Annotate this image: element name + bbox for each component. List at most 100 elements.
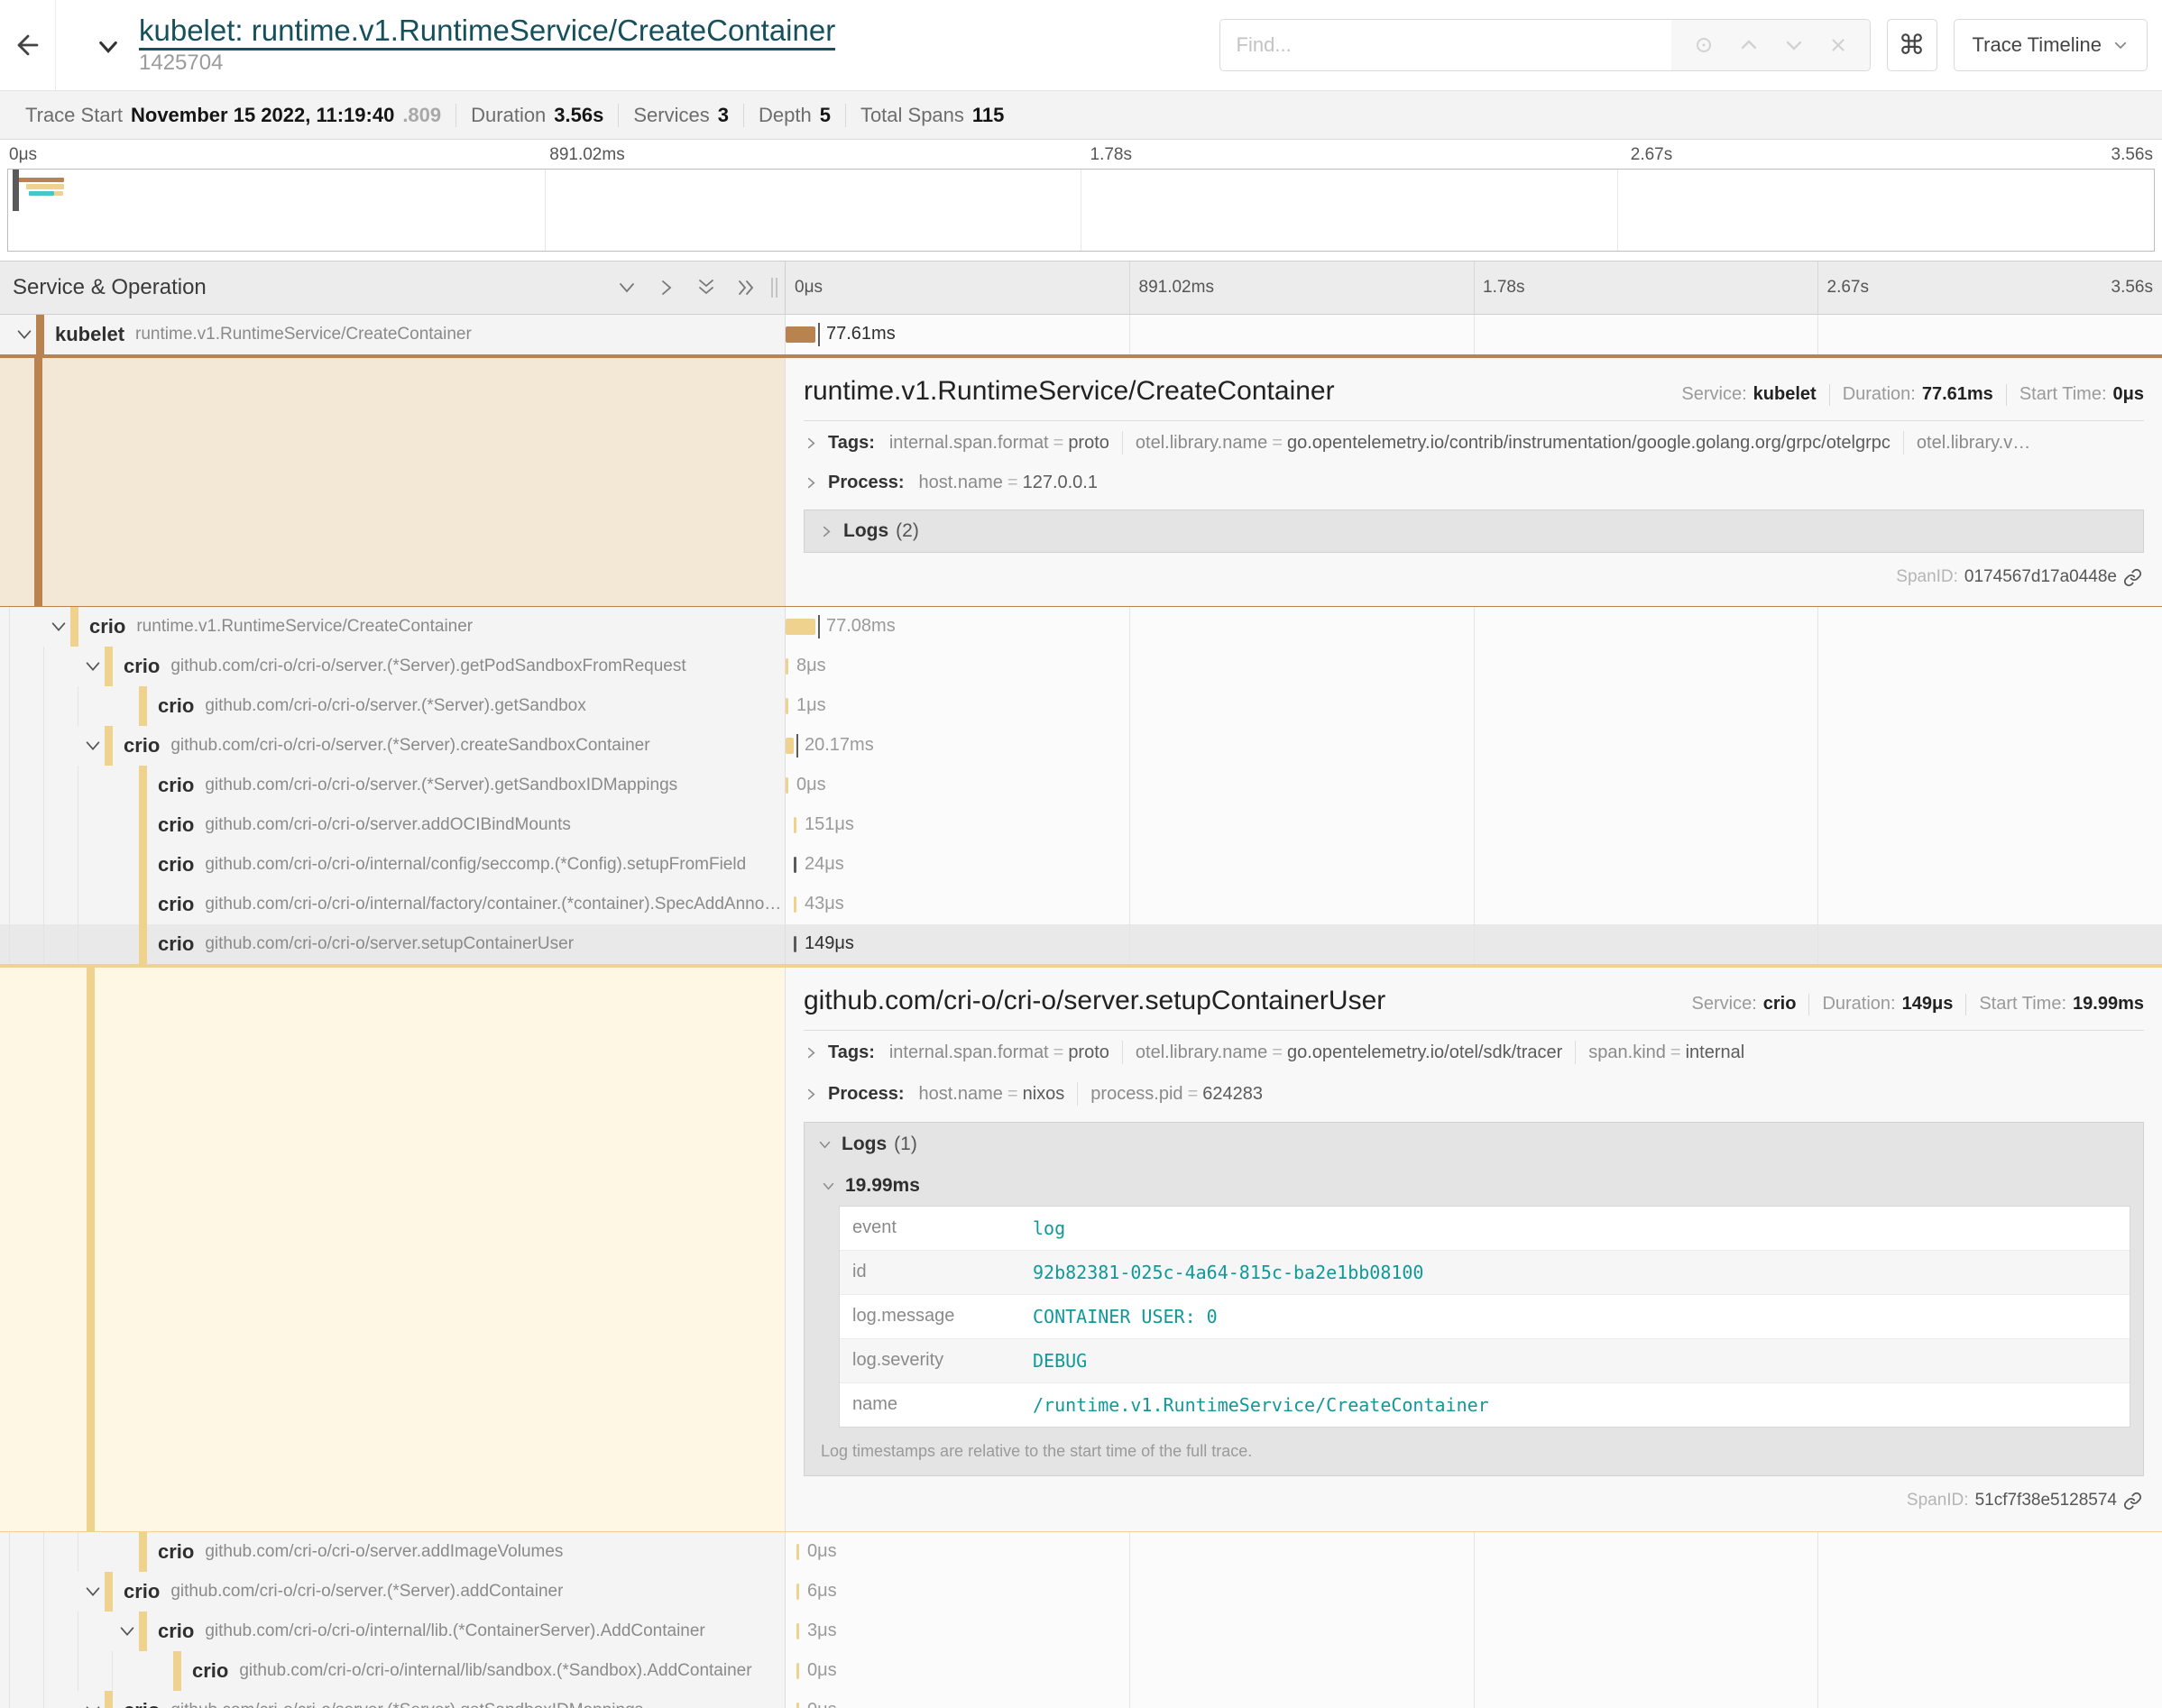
span-timeline-cell[interactable]: 8μs (785, 647, 2162, 686)
collapse-one-chevron-down-icon[interactable] (616, 277, 638, 298)
span-duration-bar[interactable] (796, 1703, 799, 1708)
span-duration-label: 149μs (805, 933, 854, 954)
log-entry-header[interactable]: 19.99ms (817, 1166, 2130, 1206)
tree-indent-guide (9, 647, 10, 686)
span-timeline-cell[interactable]: 77.08ms (785, 607, 2162, 647)
span-duration-bar[interactable] (796, 1623, 799, 1639)
span-duration-bar[interactable] (796, 1584, 799, 1600)
tag-kv: process.pid=624283 (1090, 1084, 1263, 1105)
span-timeline-cell[interactable]: 77.61ms (785, 315, 2162, 354)
expand-chevron-down-icon[interactable] (81, 1582, 105, 1602)
span-operation-name: github.com/cri-o/cri-o/server.(*Server).… (205, 696, 585, 716)
tags-accordion[interactable]: Tags:internal.span.format=protootel.libr… (804, 421, 2144, 463)
span-row[interactable]: crioruntime.v1.RuntimeService/CreateCont… (0, 607, 2162, 647)
trace-collapse-chevron-icon[interactable] (94, 38, 123, 58)
expand-chevron-down-icon[interactable] (115, 1621, 139, 1641)
expand-chevron-down-icon[interactable] (81, 657, 105, 676)
trace-title-block: kubelet: runtime.v1.RuntimeService/Creat… (94, 14, 835, 76)
span-row[interactable]: criogithub.com/cri-o/cri-o/internal/lib/… (0, 1651, 2162, 1691)
span-color-bar (105, 647, 113, 686)
tag-key: internal.span.format (889, 433, 1049, 453)
logs-accordion-collapsed[interactable]: Logs(2) (804, 510, 2144, 553)
span-timeline-cell[interactable]: 1μs (785, 686, 2162, 726)
span-row[interactable]: criogithub.com/cri-o/cri-o/internal/lib.… (0, 1612, 2162, 1651)
span-name-cell: criogithub.com/cri-o/cri-o/internal/conf… (0, 845, 785, 885)
column-resize-handle[interactable] (771, 278, 777, 298)
trace-title-link[interactable]: kubelet: runtime.v1.RuntimeService/Creat… (139, 14, 835, 51)
span-timeline-cell[interactable]: 24μs (785, 845, 2162, 885)
span-timeline-cell[interactable]: 0μs (785, 1532, 2162, 1572)
span-row[interactable]: criogithub.com/cri-o/cri-o/server.(*Serv… (0, 766, 2162, 805)
back-button[interactable] (0, 0, 56, 90)
tags-accordion[interactable]: Tags:internal.span.format=protootel.libr… (804, 1031, 2144, 1072)
span-duration-bar[interactable] (796, 1663, 799, 1679)
span-timeline-cell[interactable]: 3μs (785, 1612, 2162, 1651)
expand-chevron-down-icon[interactable] (81, 1701, 105, 1708)
span-timeline-cell[interactable]: 20.17ms (785, 726, 2162, 766)
process-accordion[interactable]: Process:host.name=nixosprocess.pid=62428… (804, 1072, 2144, 1114)
expand-one-chevron-right-icon[interactable] (656, 277, 677, 298)
span-id-value: 51cf7f38e5128574 (1975, 1491, 2117, 1511)
next-result-chevron-down-icon[interactable] (1783, 34, 1805, 56)
span-duration-bar[interactable] (786, 738, 794, 754)
span-timeline-cell[interactable]: 0μs (785, 1651, 2162, 1691)
span-duration-bar[interactable] (786, 658, 788, 675)
minimap-view-scrubber[interactable] (13, 170, 19, 211)
span-timeline-cell[interactable]: 151μs (785, 805, 2162, 845)
meta-label: Duration: (1843, 384, 1916, 405)
span-timeline-cell[interactable]: 43μs (785, 885, 2162, 924)
span-duration-bar[interactable] (786, 619, 815, 635)
meta-value: 0μs (2113, 384, 2144, 405)
span-timeline-cell[interactable]: 6μs (785, 1572, 2162, 1612)
span-row[interactable]: criogithub.com/cri-o/cri-o/server.(*Serv… (0, 647, 2162, 686)
span-timeline-cell[interactable]: 0μs (785, 1691, 2162, 1708)
span-row[interactable]: criogithub.com/cri-o/cri-o/server.setupC… (0, 924, 2162, 964)
tree-indent-guide (112, 1651, 113, 1691)
span-row[interactable]: criogithub.com/cri-o/cri-o/server.(*Serv… (0, 1572, 2162, 1612)
span-color-bar (139, 766, 147, 805)
span-duration-bar[interactable] (794, 857, 796, 873)
span-duration-bar[interactable] (794, 817, 796, 833)
span-duration-bar[interactable] (796, 1544, 799, 1560)
tag-equals: = (1267, 433, 1287, 453)
span-row[interactable]: criogithub.com/cri-o/cri-o/server.addOCI… (0, 805, 2162, 845)
span-timeline-cell[interactable]: 149μs (785, 924, 2162, 964)
prev-result-chevron-up-icon[interactable] (1738, 34, 1760, 56)
span-duration-bar[interactable] (786, 777, 788, 794)
process-accordion[interactable]: Process:host.name=127.0.0.1 (804, 463, 2144, 501)
minimap-tick-label: 891.02ms (549, 145, 624, 165)
expand-all-double-chevron-right-icon[interactable] (735, 277, 759, 298)
expand-chevron-down-icon[interactable] (47, 617, 70, 637)
minimap-canvas[interactable] (7, 169, 2155, 252)
tag-kv: internal.span.format=proto (889, 1042, 1109, 1063)
crosshair-icon[interactable] (1693, 34, 1715, 56)
tree-indent-guide (9, 805, 10, 845)
collapse-all-double-chevron-down-icon[interactable] (695, 276, 717, 299)
span-row[interactable]: criogithub.com/cri-o/cri-o/server.(*Serv… (0, 1691, 2162, 1708)
tag-kv: internal.span.format=proto (889, 433, 1109, 454)
span-row[interactable]: criogithub.com/cri-o/cri-o/server.(*Serv… (0, 726, 2162, 766)
link-icon[interactable] (2123, 568, 2142, 587)
span-row[interactable]: criogithub.com/cri-o/cri-o/internal/conf… (0, 845, 2162, 885)
span-duration-bar[interactable] (786, 326, 815, 343)
tag-key: otel.library.name (1136, 1042, 1267, 1062)
expand-chevron-down-icon[interactable] (13, 325, 36, 344)
keyboard-shortcuts-button[interactable]: ⌘ (1887, 19, 1937, 71)
span-row[interactable]: criogithub.com/cri-o/cri-o/server.addIma… (0, 1532, 2162, 1572)
expand-chevron-down-icon[interactable] (81, 736, 105, 756)
logs-accordion-header[interactable]: Logs(1) (817, 1123, 2130, 1166)
grid-header-left: Service & Operation (0, 262, 785, 314)
clear-search-x-icon[interactable] (1828, 35, 1848, 55)
find-input[interactable] (1220, 20, 1671, 70)
span-row[interactable]: kubeletruntime.v1.RuntimeService/CreateC… (0, 315, 2162, 354)
span-duration-bar[interactable] (794, 936, 796, 952)
span-row[interactable]: criogithub.com/cri-o/cri-o/server.(*Serv… (0, 686, 2162, 726)
span-row[interactable]: criogithub.com/cri-o/cri-o/internal/fact… (0, 885, 2162, 924)
span-duration-bar[interactable] (786, 698, 788, 714)
span-timeline-cell[interactable]: 0μs (785, 766, 2162, 805)
span-duration-bar[interactable] (794, 896, 796, 913)
span-color-bar (139, 1532, 147, 1572)
link-icon[interactable] (2123, 1492, 2142, 1511)
minimap-span-bar (54, 191, 63, 196)
trace-view-dropdown[interactable]: Trace Timeline (1954, 19, 2148, 71)
